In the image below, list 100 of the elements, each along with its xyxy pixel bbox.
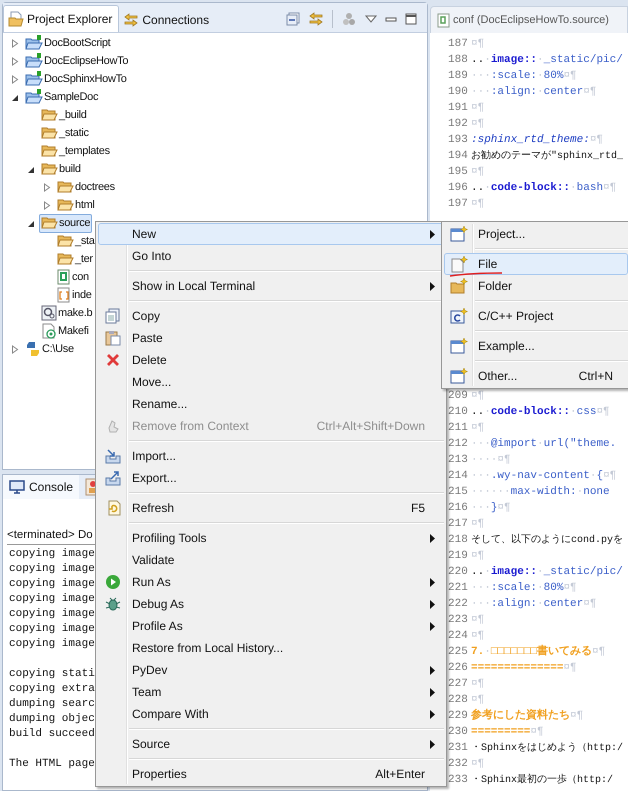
menu-item[interactable]: Folder: [444, 275, 628, 297]
console-line: copying image: [9, 622, 95, 637]
new-file-icon: [450, 256, 468, 272]
menu-item[interactable]: Team: [98, 681, 444, 703]
line-number: 221: [447, 581, 469, 596]
expanded-arrow-icon[interactable]: [11, 92, 19, 102]
expanded-arrow-icon[interactable]: [27, 164, 35, 174]
menu-item[interactable]: Paste: [98, 327, 444, 349]
code-line: :sphinx_rtd_theme:¤¶: [470, 133, 604, 148]
tree-item[interactable]: _ter: [55, 250, 95, 268]
menu-item[interactable]: Validate: [98, 549, 444, 571]
console-line: copying image: [9, 637, 95, 652]
code-line: ・Sphinxをはじめよう（http:/: [470, 742, 624, 756]
code-line: ¤¶: [470, 677, 484, 692]
tree-item[interactable]: _templates: [39, 142, 112, 160]
menu-item[interactable]: Delete: [98, 349, 444, 371]
menu-item[interactable]: Profile As: [98, 615, 444, 637]
expanded-arrow-icon[interactable]: [27, 218, 35, 228]
file-icon: [57, 269, 71, 285]
line-number: 190: [447, 85, 469, 100]
code-line: ¤¶: [470, 549, 484, 564]
view-tab[interactable]: Connections: [119, 7, 216, 32]
view-tab[interactable]: Console: [3, 475, 80, 499]
menu-item[interactable]: Properties Alt+Enter: [98, 763, 444, 785]
line-number: 224: [447, 629, 469, 644]
menu-item[interactable]: Compare With: [98, 703, 444, 725]
menu-item[interactable]: Debug As: [98, 593, 444, 615]
menu-item[interactable]: Refresh F5: [98, 497, 444, 519]
console-line: dumping objec: [9, 712, 95, 727]
collapse-all-icon[interactable]: [286, 12, 300, 26]
collapsed-arrow-icon[interactable]: [43, 182, 51, 192]
menu-item[interactable]: Show in Local Terminal: [98, 275, 444, 297]
code-line: ・Sphinx最初の一歩（http:/: [470, 772, 614, 788]
code-line: ···:scale:·80%¤¶: [470, 69, 577, 84]
code-line: ¤¶: [470, 117, 484, 132]
view-menu-icon[interactable]: [365, 15, 377, 23]
tree-item[interactable]: _build: [39, 106, 89, 124]
line-number: 231: [447, 741, 469, 756]
import-icon: [105, 448, 121, 464]
tree-item[interactable]: DocSphinxHowTo: [23, 70, 129, 88]
menu-item[interactable]: Rename...: [98, 393, 444, 415]
line-number: 229: [447, 709, 469, 724]
menu-item[interactable]: File: [444, 253, 628, 275]
menu-item[interactable]: Other... Ctrl+N: [444, 365, 628, 387]
code-line: ..·code-block::·bash¤¶: [470, 181, 616, 196]
tree-item[interactable]: con: [55, 268, 91, 286]
line-number: 188: [447, 53, 469, 68]
menu-item[interactable]: Copy: [98, 305, 444, 327]
line-number: 193: [447, 133, 469, 148]
code-line: ¤¶: [470, 613, 484, 628]
maximize-icon[interactable]: [405, 13, 417, 25]
menu-item[interactable]: Example...: [444, 335, 628, 357]
code-line: ¤¶: [470, 101, 484, 116]
tree-item[interactable]: make.b: [39, 304, 94, 322]
tree-item[interactable]: source: [39, 214, 92, 232]
tree-item[interactable]: _static: [39, 124, 91, 142]
collapsed-arrow-icon[interactable]: [43, 200, 51, 210]
line-number: 191: [447, 101, 469, 116]
menu-item[interactable]: Import...: [98, 445, 444, 467]
folder-icon: [41, 216, 58, 230]
code-line: ..·image::·_static/pic/: [470, 565, 623, 580]
tree-item[interactable]: Makefi: [39, 322, 91, 340]
collapsed-arrow-icon[interactable]: [11, 74, 19, 84]
dots-icon[interactable]: [341, 11, 357, 27]
collapsed-arrow-icon[interactable]: [11, 56, 19, 66]
tree-item[interactable]: _sta: [55, 232, 97, 250]
folder-icon: [41, 126, 58, 140]
tree-item[interactable]: html: [55, 196, 97, 214]
menu-item[interactable]: Move...: [98, 371, 444, 393]
tree-item[interactable]: doctrees: [55, 178, 117, 196]
menu-item[interactable]: Restore from Local History...: [98, 637, 444, 659]
view-tab[interactable]: Project Explorer: [3, 5, 120, 32]
code-line: ¤¶: [470, 629, 484, 644]
link-arrows-icon[interactable]: [308, 11, 324, 27]
play-icon: [105, 574, 121, 590]
line-number: 187: [447, 37, 469, 52]
menu-item[interactable]: New: [98, 223, 444, 245]
menu-item[interactable]: C/C++ Project: [444, 305, 628, 327]
line-number: 212: [447, 437, 469, 452]
code-line: ¤¶: [470, 165, 484, 180]
tree-item[interactable]: DocEclipseHowTo: [23, 52, 130, 70]
console-line: The HTML page: [9, 757, 95, 772]
menu-item[interactable]: Run As: [98, 571, 444, 593]
menu-item[interactable]: PyDev: [98, 659, 444, 681]
tree-item[interactable]: C:\Use: [23, 340, 76, 358]
menu-item[interactable]: Profiling Tools: [98, 527, 444, 549]
tree-item[interactable]: DocBootScript: [23, 34, 112, 52]
menu-item[interactable]: Project...: [444, 223, 628, 245]
menu-item[interactable]: Export...: [98, 467, 444, 489]
line-number: 222: [447, 597, 469, 612]
project-folder-icon: [25, 71, 43, 87]
collapsed-arrow-icon[interactable]: [11, 344, 19, 354]
collapsed-arrow-icon[interactable]: [11, 38, 19, 48]
tree-item[interactable]: inde: [55, 286, 94, 304]
code-line: ···:align:·center¤¶: [470, 85, 596, 100]
menu-item[interactable]: Source: [98, 733, 444, 755]
code-line: ···.wy-nav-content·{¤¶: [470, 469, 616, 484]
tree-item[interactable]: build: [39, 160, 83, 178]
tree-item[interactable]: SampleDoc: [23, 88, 100, 106]
menu-item[interactable]: Go Into: [98, 245, 444, 267]
